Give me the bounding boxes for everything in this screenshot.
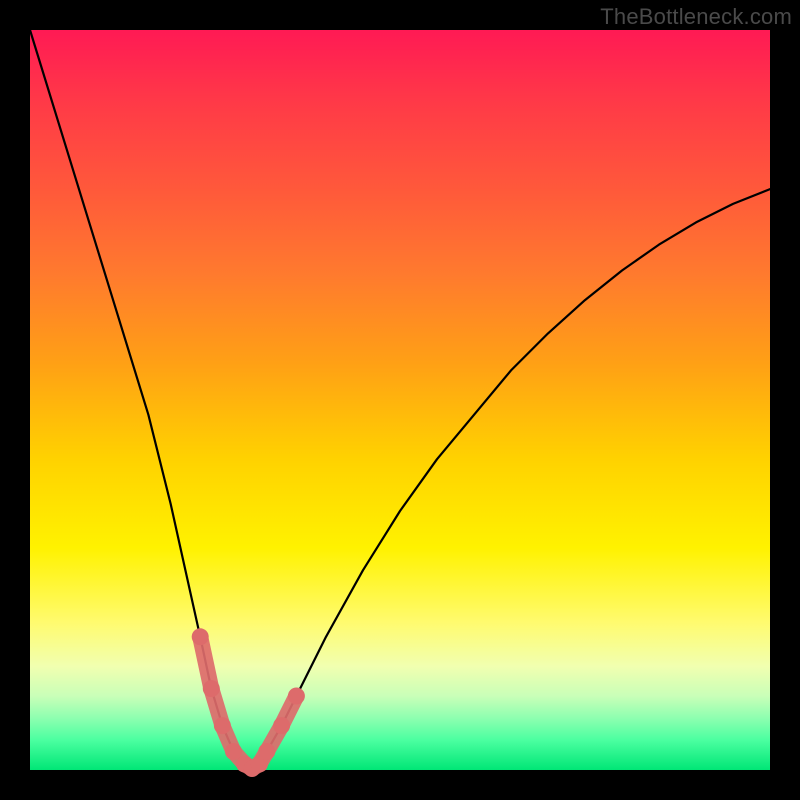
optimal-segment-bead — [214, 717, 231, 734]
curve-svg — [30, 30, 770, 770]
optimal-segment-bead — [273, 717, 290, 734]
plot-area — [30, 30, 770, 770]
optimal-segment-bead — [258, 743, 275, 760]
bottleneck-curve-path — [30, 30, 770, 769]
chart-frame: TheBottleneck.com — [0, 0, 800, 800]
watermark-text: TheBottleneck.com — [600, 4, 792, 30]
optimal-segment-highlight — [200, 637, 296, 769]
optimal-segment-bead — [203, 680, 220, 697]
optimal-segment-bead — [288, 688, 305, 705]
optimal-segment-bead — [192, 628, 209, 645]
